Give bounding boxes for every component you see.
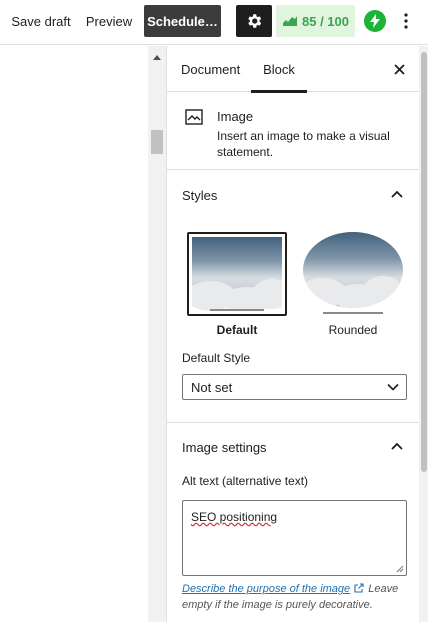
chevron-up-icon (391, 442, 403, 450)
more-vertical-icon (404, 13, 408, 29)
alt-text-value: SEO positioning (191, 510, 278, 524)
seo-score-icon (283, 16, 297, 26)
preview-button[interactable]: Preview (84, 5, 134, 37)
seo-score-button[interactable]: 85 / 100 (276, 5, 355, 37)
sidebar-scrollbar[interactable] (419, 46, 428, 622)
tab-block[interactable]: Block (251, 46, 307, 93)
seo-score-value: 85 / 100 (302, 13, 349, 29)
canvas-scrollbar[interactable] (148, 46, 166, 622)
scroll-up-arrow-icon[interactable] (152, 53, 162, 61)
editor-top-bar: Save draft Preview Schedule… 85 / 100 (0, 0, 428, 45)
image-settings-panel-toggle[interactable]: Image settings (167, 423, 420, 471)
styles-panel-title: Styles (182, 187, 218, 203)
external-link-icon (354, 583, 364, 593)
chevron-down-icon (387, 383, 399, 391)
styles-panel-toggle[interactable]: Styles (167, 171, 420, 219)
options-menu-button[interactable] (396, 5, 416, 37)
block-card: Image Insert an image to make a visual s… (167, 92, 420, 170)
alt-text-help: Describe the purpose of the image Leave … (182, 581, 410, 613)
gear-icon (248, 14, 262, 28)
tab-document[interactable]: Document (181, 46, 240, 92)
bolt-icon (364, 10, 386, 32)
alt-text-help-link[interactable]: Describe the purpose of the image (182, 583, 350, 595)
default-style-select[interactable]: Not set (182, 374, 407, 400)
editor-canvas[interactable] (0, 46, 148, 622)
chevron-up-icon (391, 190, 403, 198)
style-label-rounded: Rounded (328, 323, 378, 337)
style-option-rounded[interactable] (303, 232, 403, 316)
settings-sidebar: Document Block Image Insert an image to … (166, 46, 420, 622)
schedule-button[interactable]: Schedule… (144, 5, 221, 37)
image-settings-title: Image settings (182, 439, 267, 455)
alt-text-label: Alt text (alternative text) (182, 474, 309, 488)
style-label-default: Default (216, 323, 258, 337)
save-draft-button[interactable]: Save draft (6, 5, 76, 37)
block-title: Image (217, 109, 254, 124)
settings-button[interactable] (236, 5, 272, 37)
canvas-scroll-thumb[interactable] (151, 130, 163, 154)
style-preview-default (192, 237, 282, 311)
jetpack-button[interactable] (360, 5, 390, 37)
style-option-default[interactable] (187, 232, 287, 316)
close-sidebar-button[interactable] (390, 60, 408, 78)
sidebar-scroll-thumb[interactable] (421, 52, 427, 472)
image-icon (185, 109, 203, 125)
sidebar-tabs: Document Block (167, 46, 420, 93)
style-preview-rounded (303, 232, 403, 308)
default-style-value: Not set (191, 379, 233, 395)
default-style-label: Default Style (182, 351, 251, 365)
resize-handle-icon[interactable] (396, 565, 404, 573)
alt-text-field[interactable]: SEO positioning (182, 500, 407, 576)
close-icon (393, 63, 405, 75)
block-description: Insert an image to make a visual stateme… (217, 129, 390, 159)
